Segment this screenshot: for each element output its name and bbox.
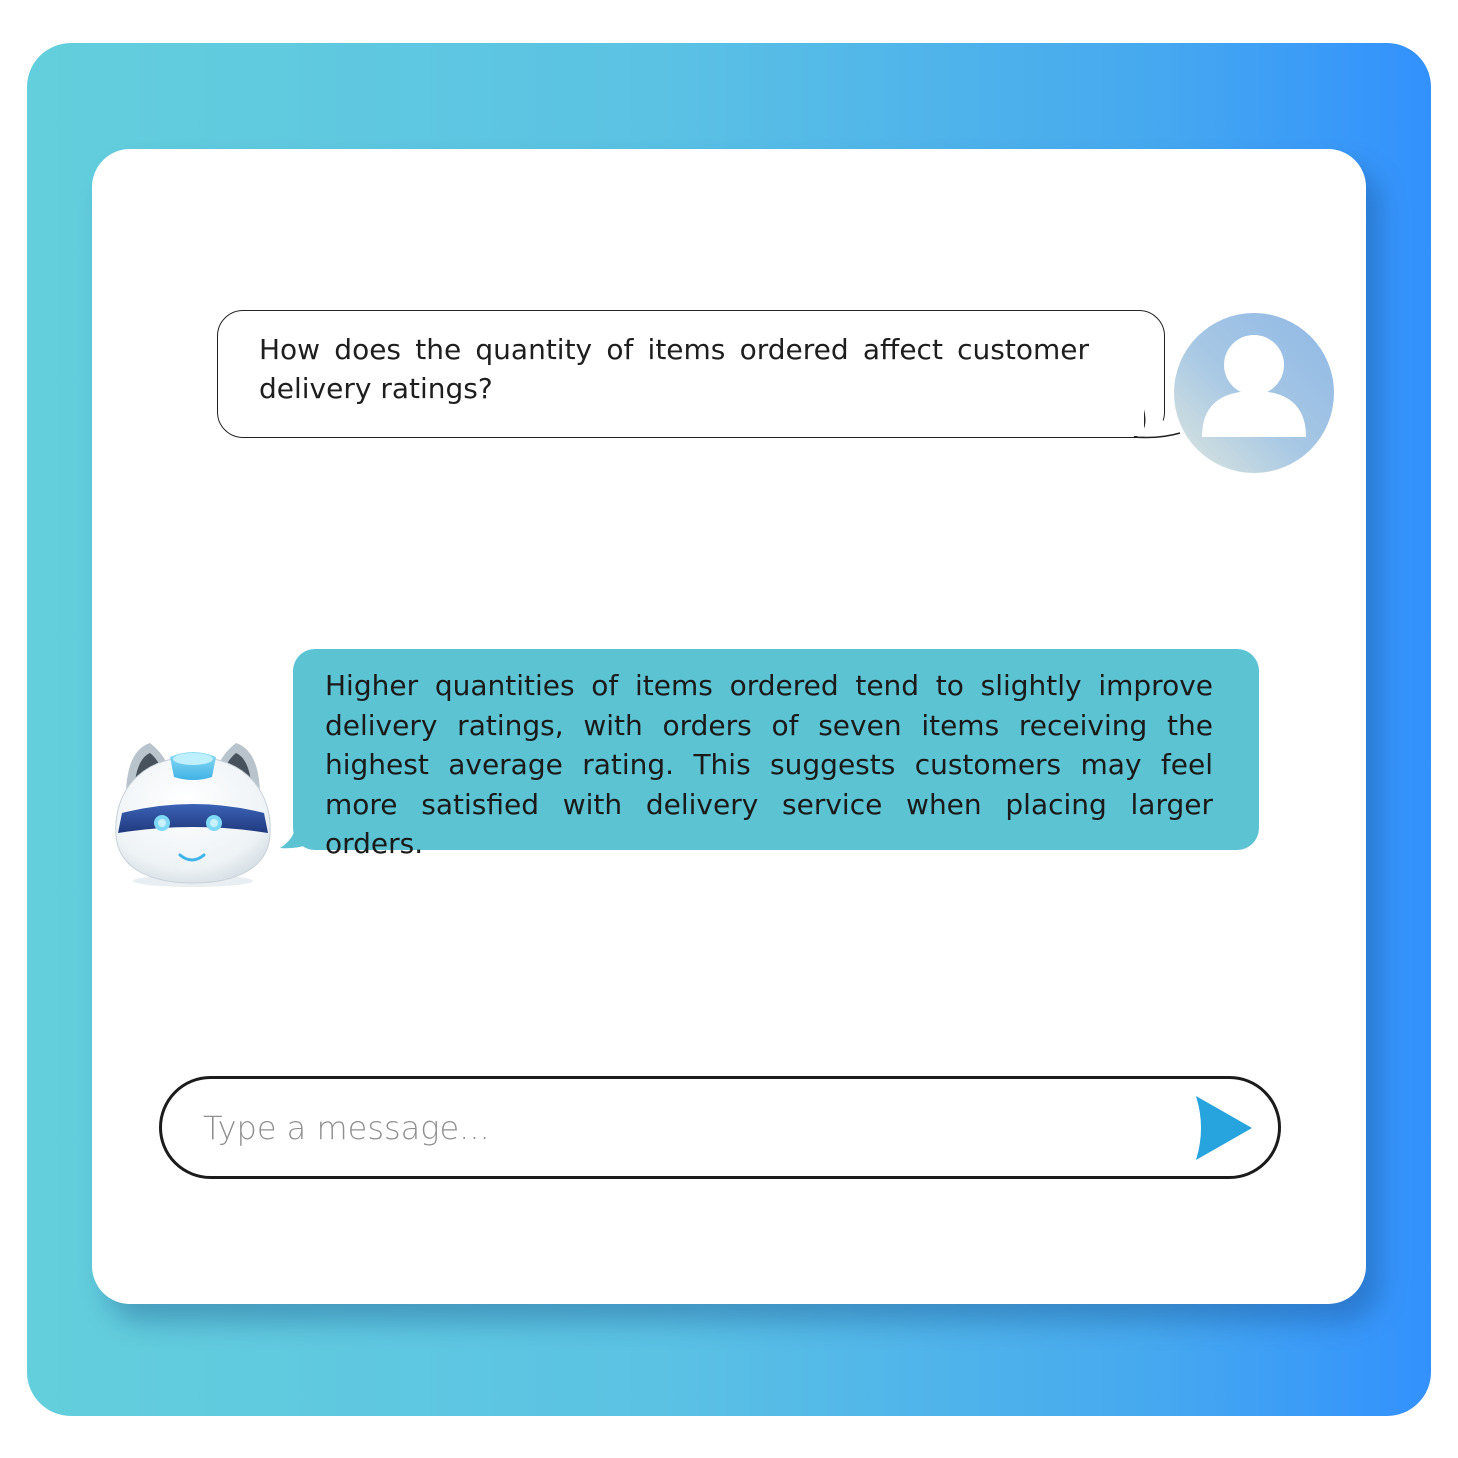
message-input[interactable] [203, 1100, 1163, 1156]
send-arrow-icon[interactable] [1190, 1094, 1258, 1162]
robot-avatar-icon [115, 743, 271, 887]
user-message-text: How does the quantity of items ordered a… [259, 333, 1089, 405]
user-avatar-icon [1174, 313, 1334, 473]
bot-message-text: Higher quantities of items ordered tend … [325, 669, 1213, 860]
